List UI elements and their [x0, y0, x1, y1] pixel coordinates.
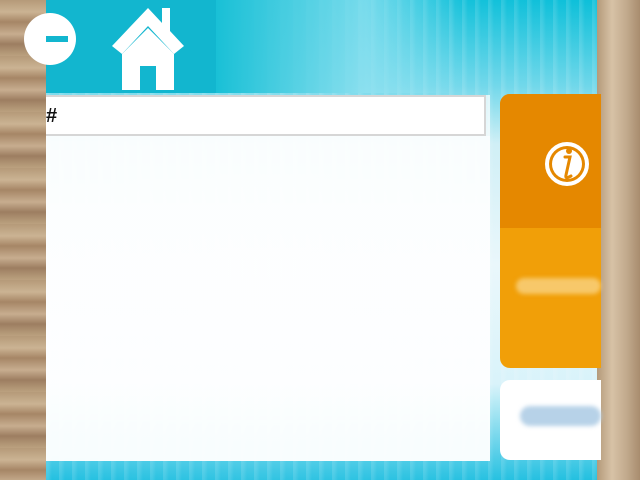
action-card[interactable]	[500, 380, 601, 460]
left-wood-border	[0, 0, 46, 480]
top-bar	[24, 0, 601, 93]
top-bar-fade	[216, 0, 466, 93]
info-icon	[543, 140, 591, 188]
back-button[interactable]	[24, 13, 76, 65]
info-card-label	[516, 278, 601, 294]
table-panel: #	[46, 95, 490, 461]
info-card[interactable]	[500, 94, 601, 368]
minus-circle-icon	[46, 36, 68, 42]
action-card-label	[520, 406, 601, 426]
home-button[interactable]	[108, 4, 188, 92]
table-body	[46, 136, 490, 461]
home-icon	[112, 8, 184, 90]
column-header-number[interactable]: #	[46, 105, 57, 128]
table-header: #	[46, 95, 486, 136]
right-wood-border	[597, 0, 640, 480]
